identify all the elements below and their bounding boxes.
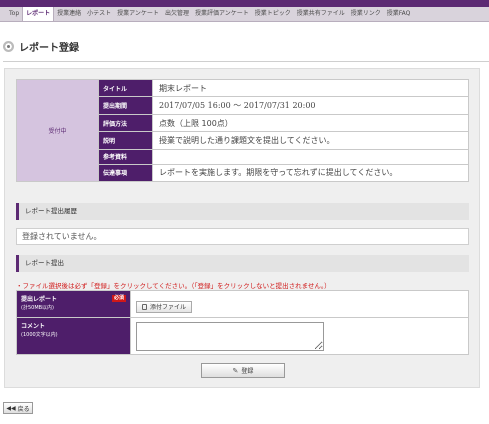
comment-length-note: (1000文字以内) <box>21 332 58 338</box>
tab-attendance[interactable]: 出欠管理 <box>162 7 192 21</box>
page-title: レポート登録 <box>19 42 79 54</box>
submit-warning: ・ファイル選択後は必ず「登録」をクリックしてください。（「登録」をクリックしない… <box>16 282 331 290</box>
info-value-evaluation: 点数（上限 100点） <box>152 113 469 133</box>
info-label: 参考資料 <box>98 148 153 165</box>
info-label: 提出期間 <box>98 96 153 115</box>
info-row-title: 受付中 タイトル 期末レポート <box>16 78 469 182</box>
info-label: 評価方法 <box>98 113 153 133</box>
page-header: レポート登録 <box>3 38 79 54</box>
comment-value-cell <box>130 317 469 355</box>
tab-survey[interactable]: 授業アンケート <box>114 7 162 21</box>
file-row: 提出レポート (計50MB以内) 必須 添付ファイル <box>16 290 469 318</box>
tab-links[interactable]: 授業リンク <box>348 7 384 21</box>
top-bar <box>0 0 489 7</box>
pencil-icon: ✎ <box>232 366 239 375</box>
tab-topic[interactable]: 授業トピック <box>252 7 294 21</box>
file-size-note: (計50MB以内) <box>21 305 55 311</box>
required-badge: 必須 <box>111 295 126 302</box>
tab-bar: Top レポート 授業連絡 小テスト 授業アンケート 出欠管理 授業評価アンケー… <box>0 7 489 22</box>
info-label: 説明 <box>98 131 153 150</box>
back-arrow-icon: ◀◀ <box>6 404 16 412</box>
register-button[interactable]: ✎ 登録 <box>201 363 285 378</box>
info-value-title: 期末レポート <box>152 78 469 98</box>
report-info-table: 受付中 タイトル 期末レポート 提出期間 2017/07/05 16:00 〜 … <box>16 78 469 182</box>
tab-report[interactable]: レポート <box>22 7 55 21</box>
info-label: 伝達事項 <box>98 163 153 182</box>
info-label: タイトル <box>98 78 153 98</box>
back-button[interactable]: ◀◀ 戻る <box>3 402 33 414</box>
tab-top[interactable]: Top <box>6 7 22 21</box>
info-value-period: 2017/07/05 16:00 〜 2017/07/31 20:00 <box>152 96 469 115</box>
register-label: 登録 <box>241 368 254 375</box>
info-value-description: 授業で説明した通り課題文を提出してください。 <box>152 131 469 150</box>
submit-section-header: レポート提出 <box>16 255 469 272</box>
tab-evaluation-survey[interactable]: 授業評価アンケート <box>192 7 252 21</box>
comment-label-cell: コメント (1000文字以内) <box>16 317 131 355</box>
file-label: 提出レポート <box>21 296 58 303</box>
history-empty-message: 登録されていません。 <box>16 228 469 245</box>
info-value-materials <box>152 148 469 165</box>
submit-form: 提出レポート (計50MB以内) 必須 添付ファイル コメント (1000文字以… <box>16 290 469 355</box>
attach-file-label: 添付ファイル <box>150 304 187 311</box>
tab-class-notice[interactable]: 授業連絡 <box>54 7 84 21</box>
title-divider <box>3 61 489 62</box>
history-section-header: レポート提出履歴 <box>16 203 469 220</box>
file-label-cell: 提出レポート (計50MB以内) 必須 <box>16 290 131 318</box>
status-cell: 受付中 <box>16 79 99 182</box>
comment-textarea[interactable] <box>136 321 324 351</box>
file-icon <box>142 303 147 310</box>
info-value-notice: レポートを実施します。期限を守って忘れずに提出してください。 <box>152 163 469 182</box>
tab-quiz[interactable]: 小テスト <box>84 7 114 21</box>
comment-row: コメント (1000文字以内) <box>16 317 469 355</box>
tab-faq[interactable]: 授業FAQ <box>384 7 414 21</box>
circle-bullet-icon <box>3 40 14 52</box>
tab-shared-files[interactable]: 授業共有ファイル <box>294 7 348 21</box>
comment-label: コメント <box>21 323 46 330</box>
back-label: 戻る <box>17 405 30 413</box>
file-value-cell: 添付ファイル <box>130 290 469 318</box>
attach-file-button[interactable]: 添付ファイル <box>136 300 193 313</box>
